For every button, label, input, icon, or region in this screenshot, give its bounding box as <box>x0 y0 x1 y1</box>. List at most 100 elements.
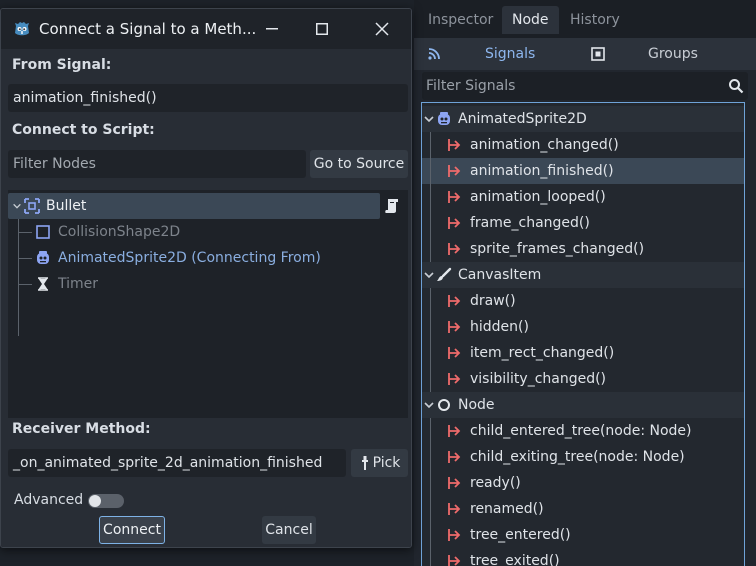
toggle-knob <box>89 495 101 507</box>
from-signal-field: animation_finished() <box>8 84 408 112</box>
eyedropper-icon <box>362 456 368 470</box>
dock-tab-bar: Inspector Node History <box>414 0 756 38</box>
signal-section-node[interactable]: Node <box>422 392 744 418</box>
signal-icon <box>448 451 461 463</box>
chevron-down-icon[interactable] <box>424 113 434 125</box>
godot-logo-icon <box>15 22 29 36</box>
tab-inspector[interactable]: Inspector <box>418 6 503 34</box>
close-button[interactable] <box>357 9 407 49</box>
signal-item-label: ready() <box>470 475 521 491</box>
signal-item-label: tree_exited() <box>470 553 560 566</box>
signal-item-selected[interactable]: animation_finished() <box>422 158 744 184</box>
filter-nodes-input[interactable] <box>8 150 306 178</box>
signal-section-animated-sprite[interactable]: AnimatedSprite2D <box>422 106 744 132</box>
signal-icon <box>448 503 461 515</box>
cancel-button[interactable]: Cancel <box>262 516 316 544</box>
tree-node-bullet[interactable]: Bullet <box>8 193 380 219</box>
signal-item[interactable]: animation_changed() <box>422 132 744 158</box>
maximize-button[interactable] <box>297 9 347 49</box>
signal-icon <box>448 347 461 359</box>
receiver-method-label: Receiver Method: <box>12 421 151 437</box>
minimize-icon <box>266 28 278 30</box>
search-icon <box>729 79 744 94</box>
signal-item[interactable]: child_entered_tree(node: Node) <box>422 418 744 444</box>
script-icon[interactable] <box>384 198 400 214</box>
signal-item-label: animation_changed() <box>470 137 619 153</box>
signal-icon <box>448 217 461 229</box>
chevron-down-icon[interactable] <box>424 399 434 411</box>
subtab-groups[interactable]: Groups <box>648 38 698 70</box>
pick-button[interactable]: Pick <box>351 449 408 477</box>
tree-guide-line <box>18 284 32 285</box>
signal-item-label: child_exiting_tree(node: Node) <box>470 449 685 465</box>
signal-item[interactable]: draw() <box>422 288 744 314</box>
tree-guide-line <box>18 232 32 233</box>
dialog-title: Connect a Signal to a Meth... <box>39 20 257 38</box>
signal-item[interactable]: sprite_frames_changed() <box>422 236 744 262</box>
connect-to-script-label: Connect to Script: <box>12 122 155 138</box>
tree-guide-line <box>18 219 19 336</box>
signal-item-label: visibility_changed() <box>470 371 607 387</box>
connect-button[interactable]: Connect <box>99 516 165 544</box>
maximize-icon <box>316 23 328 35</box>
signals-groups-bar: Signals Groups <box>414 38 756 70</box>
signal-icon <box>448 529 461 541</box>
animated-sprite-icon <box>37 251 49 264</box>
signal-item-label: frame_changed() <box>470 215 590 231</box>
signal-item-label: tree_entered() <box>470 527 571 543</box>
signal-item[interactable]: animation_looped() <box>422 184 744 210</box>
minimize-button[interactable] <box>247 9 297 49</box>
receiver-method-input[interactable]: _on_animated_sprite_2d_animation_finishe… <box>8 449 346 477</box>
tree-node-label: CollisionShape2D <box>58 224 181 240</box>
groups-icon <box>591 47 605 61</box>
tree-guide-line <box>430 418 431 566</box>
signal-item[interactable]: tree_exited() <box>422 548 744 566</box>
advanced-toggle[interactable] <box>88 494 124 508</box>
brush-icon <box>437 267 452 281</box>
signal-item-label: item_rect_changed() <box>470 345 615 361</box>
signal-item[interactable]: hidden() <box>422 314 744 340</box>
scene-node-tree[interactable]: Bullet CollisionShape2D AnimatedSprite2D… <box>8 190 408 418</box>
from-signal-label: From Signal: <box>12 57 112 73</box>
dialog-titlebar[interactable]: Connect a Signal to a Meth... <box>1 9 411 49</box>
chevron-down-icon[interactable] <box>12 201 22 211</box>
signal-tree[interactable]: AnimatedSprite2D animation_changed() ani… <box>421 102 745 566</box>
signal-item-label: animation_finished() <box>470 163 614 179</box>
animated-sprite-icon <box>438 112 450 125</box>
tab-node[interactable]: Node <box>502 6 559 34</box>
signal-item[interactable]: tree_entered() <box>422 522 744 548</box>
tab-history[interactable]: History <box>560 6 630 34</box>
signal-icon <box>448 165 461 177</box>
signal-item[interactable]: frame_changed() <box>422 210 744 236</box>
signal-icon <box>448 139 461 151</box>
signal-wave-icon <box>428 48 440 60</box>
signal-item[interactable]: visibility_changed() <box>422 366 744 392</box>
collision-shape-icon <box>36 225 50 239</box>
signal-item[interactable]: item_rect_changed() <box>422 340 744 366</box>
signal-item-label: renamed() <box>470 501 544 517</box>
signal-icon <box>448 555 461 566</box>
filter-signals-input[interactable] <box>422 72 748 100</box>
chevron-down-icon[interactable] <box>424 269 434 281</box>
signal-item[interactable]: renamed() <box>422 496 744 522</box>
signal-item[interactable]: ready() <box>422 470 744 496</box>
advanced-label: Advanced <box>14 492 84 508</box>
signal-item-label: hidden() <box>470 319 529 335</box>
signal-item[interactable]: child_exiting_tree(node: Node) <box>422 444 744 470</box>
signal-icon <box>448 243 461 255</box>
node2d-icon <box>24 198 40 214</box>
tree-node-label: Timer <box>58 276 99 292</box>
tree-guide-line <box>18 258 32 259</box>
signal-item-label: sprite_frames_changed() <box>470 241 645 257</box>
timer-icon <box>38 277 48 291</box>
tree-guide-line <box>430 132 431 262</box>
go-to-source-button[interactable]: Go to Source <box>310 150 408 178</box>
signal-icon <box>448 295 461 307</box>
signal-section-canvas-item[interactable]: CanvasItem <box>422 262 744 288</box>
status-peek <box>270 550 410 566</box>
subtab-signals[interactable]: Signals <box>485 38 535 70</box>
pick-label: Pick <box>372 455 401 471</box>
signal-icon <box>448 321 461 333</box>
signal-section-label: Node <box>458 397 495 413</box>
signal-section-label: CanvasItem <box>458 267 542 283</box>
